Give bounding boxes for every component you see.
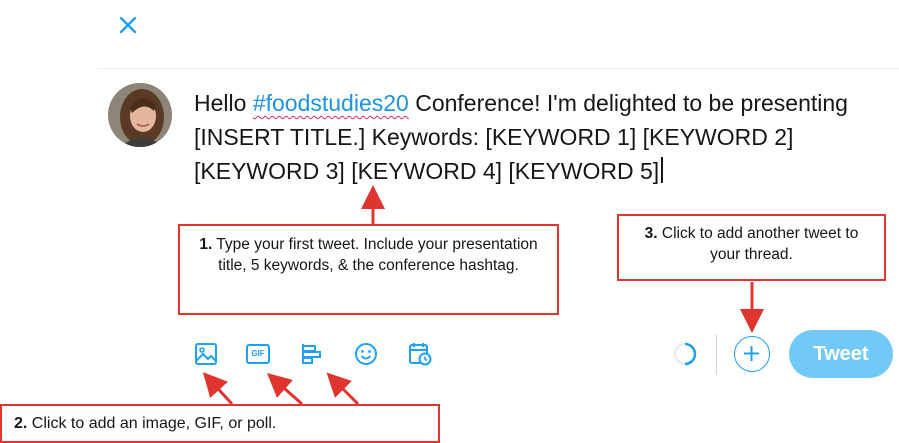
step-3-number: 3.: [644, 225, 658, 242]
step-2-number: 2.: [14, 415, 28, 432]
image-icon[interactable]: [193, 341, 219, 367]
poll-icon[interactable]: [299, 341, 325, 367]
arrow-to-poll: [326, 372, 360, 406]
tweet-button[interactable]: Tweet: [789, 330, 893, 378]
callout-step-2: 2. Click to add an image, GIF, or poll.: [0, 404, 440, 443]
schedule-icon[interactable]: [407, 341, 433, 367]
gif-icon[interactable]: GIF: [245, 341, 271, 367]
arrow-to-image: [202, 372, 234, 406]
callout-step-1: 1. Type your first tweet. Include your p…: [178, 224, 559, 315]
arrow-to-gif: [267, 373, 303, 406]
step-2-text: Click to add an image, GIF, or poll.: [27, 415, 277, 432]
gif-label: GIF: [251, 349, 265, 358]
toolbar-separator: [716, 334, 717, 374]
emoji-icon[interactable]: [353, 341, 379, 367]
step-1-text: Type your first tweet. Include your pres…: [212, 236, 538, 274]
step-3-text: Click to add another tweet to your threa…: [657, 225, 859, 263]
character-count-ring: [673, 342, 697, 366]
step-1-number: 1.: [199, 236, 213, 253]
plus-icon: [744, 346, 759, 361]
callout-step-3: 3. Click to add another tweet to your th…: [617, 214, 886, 281]
add-tweet-button[interactable]: [734, 336, 770, 372]
